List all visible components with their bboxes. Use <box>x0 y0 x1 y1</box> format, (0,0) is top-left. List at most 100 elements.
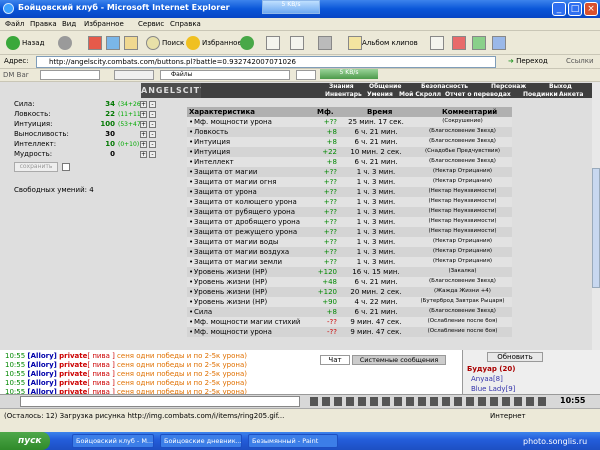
menu-view[interactable]: Вид <box>62 20 76 28</box>
dmbar-input[interactable] <box>40 70 100 80</box>
chat-recipient[interactable]: [ пива ] <box>87 352 114 360</box>
history-button[interactable] <box>240 35 256 51</box>
nav-inventory[interactable]: Инвентарь <box>325 91 362 98</box>
chat-nick[interactable]: [Allory] <box>27 370 56 378</box>
table-row: • Уровень жизни (HP) +120 16 ч. 15 мин. (Зак… <box>187 267 512 277</box>
close-button[interactable]: × <box>584 2 598 16</box>
dmbar-field[interactable] <box>296 70 316 80</box>
task-paint[interactable]: Безымянный - Paint <box>248 434 338 448</box>
minus-button[interactable]: - <box>149 101 156 108</box>
nav-knowledge[interactable]: Знания <box>329 83 354 90</box>
nav-communication[interactable]: Общение <box>369 83 401 90</box>
minimize-button[interactable]: _ <box>552 2 566 16</box>
task-ie-game[interactable]: Бойцовский клуб - M... <box>72 434 154 448</box>
address-input[interactable]: http://angelscity.combats.com/buttons.pl… <box>36 56 496 68</box>
nav-skills[interactable]: Умения <box>367 91 393 98</box>
refresh-button[interactable] <box>106 35 120 51</box>
tool-button-2[interactable] <box>472 35 486 51</box>
tab-chat[interactable]: Чат <box>320 355 350 365</box>
nav-my-scroll[interactable]: Мой Скролл <box>399 91 441 98</box>
user-item[interactable]: Blue Lady[9] <box>471 385 515 393</box>
print-button[interactable] <box>290 35 304 51</box>
row-time: 6 ч. 21 мин. <box>354 278 398 286</box>
stat-value: 34 <box>105 100 115 108</box>
chat-nick[interactable]: [Allory] <box>27 352 56 360</box>
nav-battles[interactable]: Поединки <box>523 91 558 98</box>
plus-button[interactable]: + <box>140 151 147 158</box>
mail-button[interactable] <box>266 35 280 51</box>
stat-value: 30 <box>105 130 115 138</box>
files-dropdown[interactable]: Файлы <box>160 70 290 80</box>
row-time: 6 ч. 21 мин. <box>354 158 398 166</box>
maximize-button[interactable]: □ <box>568 2 582 16</box>
back-button[interactable]: Назад <box>6 35 44 51</box>
header-characteristic: Характеристика <box>189 108 255 116</box>
favorites-button[interactable]: Избранное <box>186 35 242 51</box>
plus-button[interactable]: + <box>140 101 147 108</box>
forward-button[interactable] <box>58 35 74 51</box>
nav-security[interactable]: Безопасность <box>421 83 468 90</box>
table-row: • Уровень жизни (HP) +48 6 ч. 21 мин. (Благо… <box>187 277 512 287</box>
stop-button[interactable] <box>88 35 102 51</box>
album-button[interactable]: Альбом клипов <box>348 35 418 51</box>
minus-button[interactable]: - <box>149 111 156 118</box>
table-row: • Защита от магии +?? 1 ч. 3 мин. (Нектар От… <box>187 167 512 177</box>
menu-favorites[interactable]: Избранное <box>84 20 124 28</box>
row-comment: (Благословение Звезд) <box>429 308 496 314</box>
minus-button[interactable]: - <box>149 151 156 158</box>
minus-button[interactable]: - <box>149 131 156 138</box>
page-scrollbar[interactable] <box>592 82 600 350</box>
chat-input[interactable] <box>20 396 300 407</box>
chat-recipient[interactable]: [ пива ] <box>87 379 114 387</box>
links-button[interactable]: Ссылки <box>566 57 594 65</box>
tool-button-1[interactable] <box>452 35 466 51</box>
tool-icon-1 <box>452 36 466 50</box>
row-characteristic: Мф. мощности магии стихий <box>194 318 301 326</box>
dmbar-label: DM Bar <box>3 71 29 79</box>
go-arrow-icon: ➜ <box>508 57 514 65</box>
home-button[interactable] <box>124 35 138 51</box>
row-mf: +8 <box>326 308 337 316</box>
scroll-thumb[interactable] <box>592 168 600 288</box>
go-button[interactable]: ➜ Переход <box>508 57 548 65</box>
chat-time: 10:55 <box>5 352 26 360</box>
minus-button[interactable]: - <box>149 121 156 128</box>
minus-button[interactable]: - <box>149 141 156 148</box>
user-item[interactable]: Anyaa[8] <box>471 375 503 383</box>
plus-button[interactable]: + <box>140 121 147 128</box>
stat-name: Интуиция: <box>14 120 53 128</box>
plus-button[interactable]: + <box>140 141 147 148</box>
row-time: 6 ч. 21 мин. <box>354 138 398 146</box>
chat-nick[interactable]: [Allory] <box>27 379 56 387</box>
tab-system[interactable]: Системные сообщения <box>352 355 446 365</box>
row-bullet: • <box>189 128 194 136</box>
messenger-button[interactable] <box>430 35 444 51</box>
chat-recipient[interactable]: [ пива ] <box>87 370 114 378</box>
tool-button-3[interactable] <box>492 35 506 51</box>
task-ie-diaries[interactable]: Бойцовские дневник... <box>160 434 242 448</box>
plus-button[interactable]: + <box>140 131 147 138</box>
menu-help[interactable]: Справка <box>170 20 201 28</box>
nav-exit[interactable]: Выход <box>549 83 572 90</box>
chat-tool-icons[interactable] <box>310 397 550 406</box>
plus-button[interactable]: + <box>140 111 147 118</box>
edit-button[interactable] <box>318 35 332 51</box>
chat-nick[interactable]: [Allory] <box>27 361 56 369</box>
row-mf: +8 <box>326 138 337 146</box>
menu-tools[interactable]: Сервис <box>138 20 164 28</box>
save-button[interactable]: сохранить <box>14 162 58 172</box>
nav-character[interactable]: Персонаж <box>491 83 526 90</box>
menu-file[interactable]: Файл <box>5 20 24 28</box>
menu-edit[interactable]: Правка <box>30 20 57 28</box>
nav-transfers[interactable]: Отчет о переводах <box>445 91 511 98</box>
row-characteristic: Защита от колющего урона <box>194 198 297 206</box>
refresh-chat-button[interactable]: Обновить <box>487 352 543 362</box>
search-button[interactable]: Поиск <box>146 35 184 51</box>
tool-icon-3 <box>492 36 506 50</box>
save-checkbox[interactable] <box>62 163 70 171</box>
dmbar-control[interactable] <box>114 70 154 80</box>
chat-recipient[interactable]: [ пива ] <box>87 361 114 369</box>
nav-profile[interactable]: Анкета <box>559 91 583 98</box>
start-button[interactable]: пуск <box>0 432 50 450</box>
row-time: 4 ч. 22 мин. <box>354 298 398 306</box>
